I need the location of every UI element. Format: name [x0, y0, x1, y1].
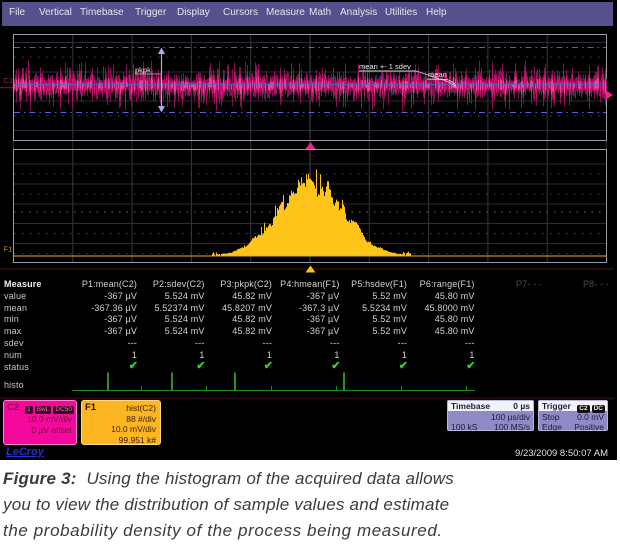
svg-text:mean +- 1 sdev: mean +- 1 sdev — [359, 62, 411, 71]
svg-text:pkpk: pkpk — [135, 66, 151, 75]
svg-text:F1: F1 — [4, 245, 13, 254]
svg-text:mean: mean — [428, 70, 447, 79]
svg-text:C2: C2 — [4, 76, 14, 85]
